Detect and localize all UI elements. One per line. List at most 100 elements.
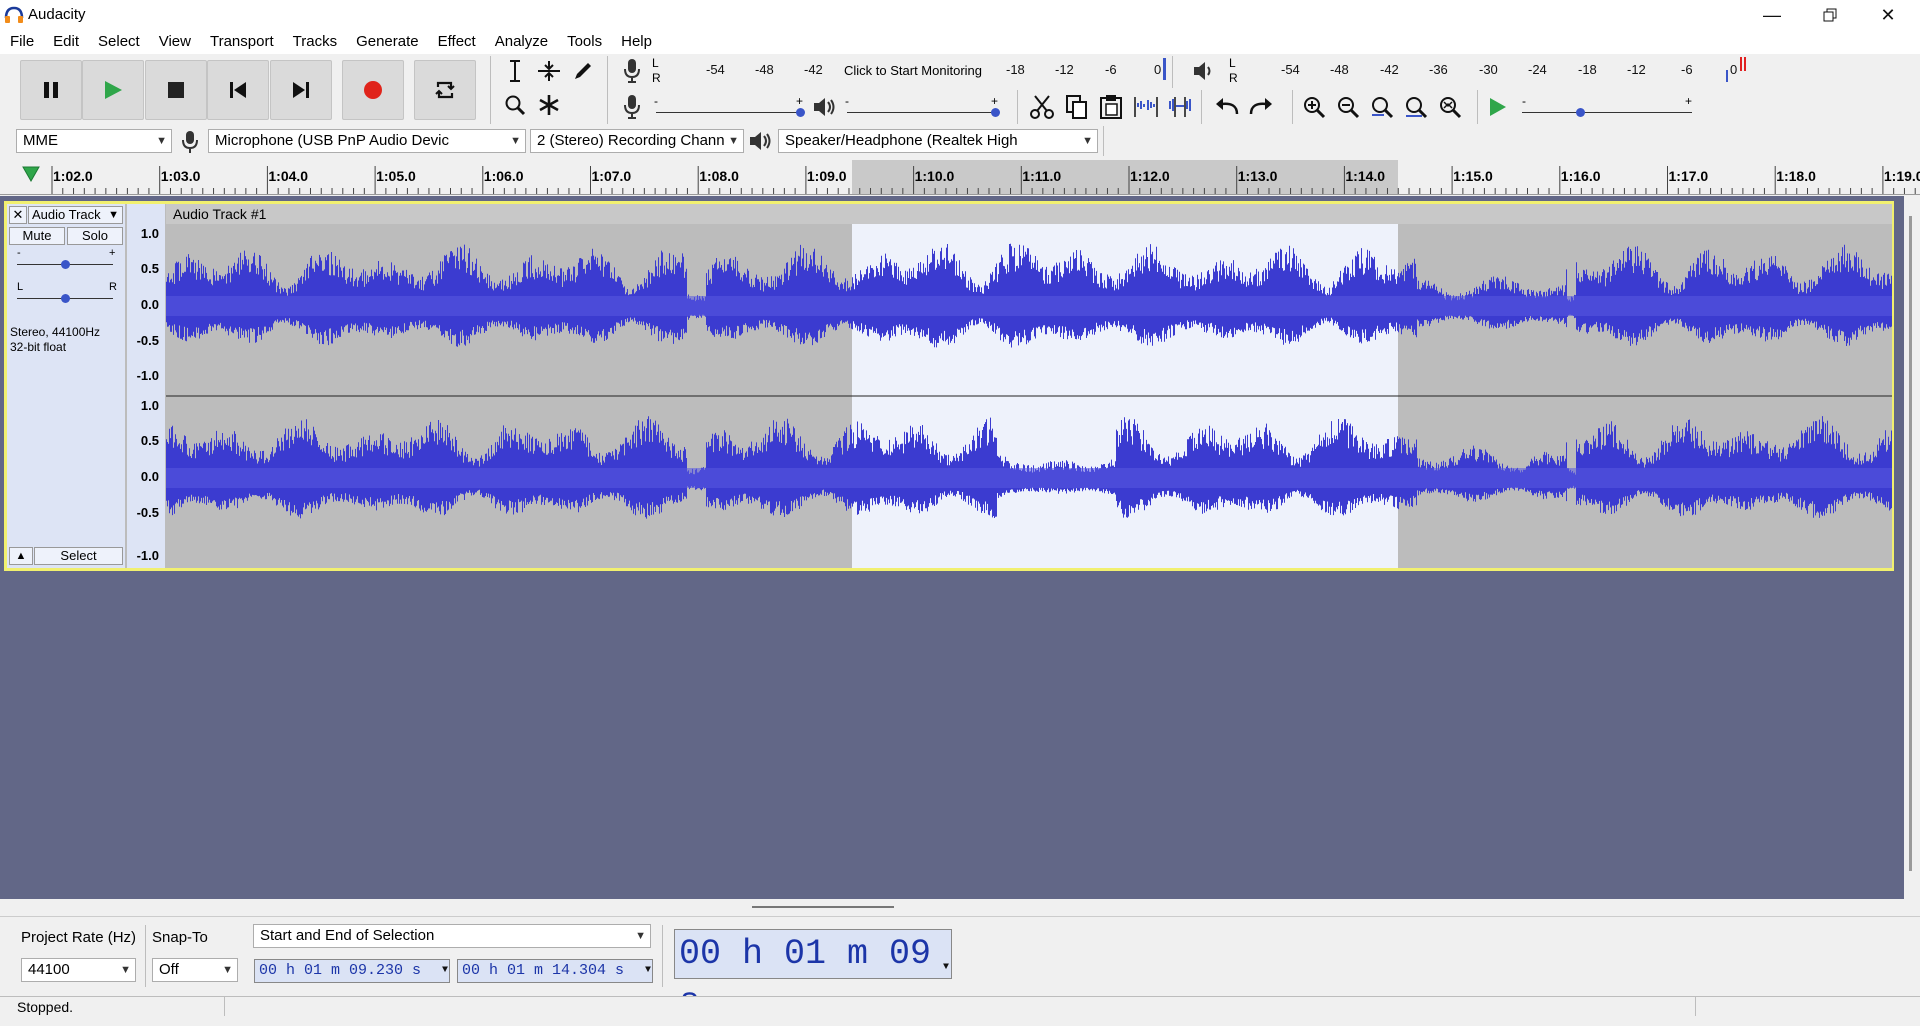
- toolbar-separator: [1172, 56, 1173, 88]
- selection-start-time[interactable]: 00 h 01 m 09.230 s ▼: [254, 959, 450, 983]
- loop-button[interactable]: [414, 60, 476, 120]
- waveform-display[interactable]: [166, 224, 1892, 568]
- zoom-out-button[interactable]: [1333, 92, 1363, 122]
- vertical-ruler[interactable]: 1.0 0.5 0.0 -0.5 -1.0 1.0 0.5 0.0 -0.5 -…: [127, 204, 165, 568]
- record-button[interactable]: [342, 60, 404, 120]
- select-track-button[interactable]: Select: [34, 547, 123, 565]
- playback-device-select[interactable]: Speaker/Headphone (Realtek High ▼: [778, 129, 1098, 153]
- clip-title-bar[interactable]: Audio Track #1: [166, 204, 1892, 224]
- audio-host-value: MME: [23, 132, 58, 149]
- meter-peak-marker: [1163, 58, 1166, 80]
- project-rate-select[interactable]: 44100 ▼: [21, 958, 136, 982]
- selection-tool[interactable]: [500, 56, 530, 86]
- skip-start-button[interactable]: [207, 60, 269, 120]
- menu-analyze[interactable]: Analyze: [485, 30, 557, 54]
- vruler-label: -0.5: [136, 333, 159, 348]
- start-monitoring-prompt[interactable]: Click to Start Monitoring: [844, 63, 982, 78]
- menu-select[interactable]: Select: [88, 30, 149, 54]
- meter-tick: -12: [1627, 62, 1646, 77]
- menu-generate[interactable]: Generate: [346, 30, 428, 54]
- copy-button[interactable]: [1062, 92, 1092, 122]
- slider-thumb[interactable]: [1576, 108, 1585, 117]
- menu-edit[interactable]: Edit: [43, 30, 88, 54]
- redo-button[interactable]: [1246, 92, 1276, 122]
- menu-file[interactable]: File: [0, 30, 43, 54]
- audio-host-select[interactable]: MME ▼: [16, 129, 172, 153]
- fit-selection-button[interactable]: [1367, 92, 1397, 122]
- menu-view[interactable]: View: [149, 30, 200, 54]
- microphone-icon: [182, 131, 198, 153]
- silence-audio-button[interactable]: [1165, 92, 1195, 122]
- mute-button[interactable]: Mute: [9, 227, 65, 245]
- menu-effect[interactable]: Effect: [428, 30, 485, 54]
- meter-tick: -48: [1330, 62, 1349, 77]
- close-window-button[interactable]: ✕: [1859, 0, 1917, 30]
- waveform-area[interactable]: Audio Track #1: [166, 204, 1892, 568]
- selection-end-value: 00 h 01 m 14.304 s: [462, 962, 625, 979]
- selection-mode-select[interactable]: Start and End of Selection ▼: [253, 924, 651, 948]
- draw-tool[interactable]: [568, 56, 598, 86]
- restore-button[interactable]: [1801, 0, 1859, 30]
- record-volume-slider[interactable]: - +: [654, 94, 805, 124]
- undo-button[interactable]: [1212, 92, 1242, 122]
- play-at-speed-button[interactable]: [1482, 92, 1512, 122]
- track-close-button[interactable]: ✕: [9, 206, 27, 224]
- playback-meter-button[interactable]: [1192, 60, 1214, 85]
- timeline-ruler[interactable]: 1:02.0 1:03.0 1:04.0 1:05.0 1:06.0 1:07.0 1:08…: [0, 160, 1920, 195]
- envelope-tool[interactable]: [534, 56, 564, 86]
- recording-channels-select[interactable]: 2 (Stereo) Recording Chann ▼: [530, 129, 744, 153]
- record-meter[interactable]: -54 -48 -42 Click to Start Monitoring -1…: [664, 56, 1166, 84]
- microphone-icon: [624, 59, 640, 83]
- recording-device-value: Microphone (USB PnP Audio Devic: [215, 132, 450, 149]
- slider-thumb[interactable]: [796, 108, 805, 117]
- menu-transport[interactable]: Transport: [200, 30, 283, 54]
- trim-icon: [1134, 97, 1158, 117]
- pan-slider[interactable]: L R: [11, 281, 121, 308]
- slider-thumb[interactable]: [61, 294, 70, 303]
- solo-button[interactable]: Solo: [67, 227, 123, 245]
- toolbar-area: L R -54 -48 -42 Click to Start Monitorin…: [0, 54, 1920, 160]
- selection-end-time[interactable]: 00 h 01 m 14.304 s ▼: [457, 959, 653, 983]
- close-icon: ✕: [12, 207, 24, 222]
- record-icon: [364, 81, 382, 99]
- track-menu-button[interactable]: Audio Track ▼: [28, 206, 123, 224]
- slider-thumb[interactable]: [991, 108, 1000, 117]
- vertical-scrollbar[interactable]: [1904, 196, 1920, 899]
- magnifier-icon: [505, 95, 526, 116]
- fit-project-button[interactable]: [1401, 92, 1431, 122]
- pause-button[interactable]: [20, 60, 82, 120]
- recording-device-select[interactable]: Microphone (USB PnP Audio Devic ▼: [208, 129, 526, 153]
- snap-to-select[interactable]: Off ▼: [152, 958, 238, 982]
- playback-volume-icon-wrap: [812, 96, 836, 121]
- vertical-scrollbar-thumb[interactable]: [1909, 216, 1912, 871]
- chevron-down-icon: ▼: [644, 965, 651, 976]
- record-meter-button[interactable]: [622, 58, 642, 87]
- snap-to-value: Off: [159, 961, 179, 978]
- cut-button[interactable]: [1027, 92, 1057, 122]
- track-control-panel: ✕ Audio Track ▼ Mute Solo - + L R Stereo…: [7, 204, 125, 568]
- playback-volume-slider[interactable]: - +: [845, 94, 1000, 124]
- audio-position-display[interactable]: 00 h 01 m 09 s ▼: [674, 929, 952, 1022]
- timeline-label: 1:05.0: [376, 168, 416, 184]
- speaker-icon: [1194, 62, 1211, 80]
- zoom-toggle-button[interactable]: [1435, 92, 1465, 122]
- gain-slider[interactable]: - +: [11, 247, 121, 274]
- menu-help[interactable]: Help: [611, 30, 661, 54]
- playback-meter[interactable]: -54 -48 -42 -36 -30 -24 -18 -12 -6 0: [1240, 56, 1750, 84]
- menu-tools[interactable]: Tools: [557, 30, 611, 54]
- paste-button[interactable]: [1096, 92, 1126, 122]
- stop-button[interactable]: [145, 60, 207, 120]
- play-button[interactable]: [82, 60, 144, 120]
- zoom-tool[interactable]: [500, 90, 530, 120]
- slider-thumb[interactable]: [61, 260, 70, 269]
- menu-tracks[interactable]: Tracks: [283, 30, 346, 54]
- play-speed-slider[interactable]: - +: [1520, 94, 1695, 124]
- skip-end-button[interactable]: [270, 60, 332, 120]
- trim-audio-button[interactable]: [1131, 92, 1161, 122]
- zoom-in-button[interactable]: [1299, 92, 1329, 122]
- project-rate-value: 44100: [28, 961, 70, 978]
- multi-tool[interactable]: [534, 90, 564, 120]
- minimize-button[interactable]: —: [1743, 0, 1801, 30]
- splitter-handle[interactable]: [752, 906, 894, 908]
- collapse-track-button[interactable]: ▲: [9, 547, 33, 565]
